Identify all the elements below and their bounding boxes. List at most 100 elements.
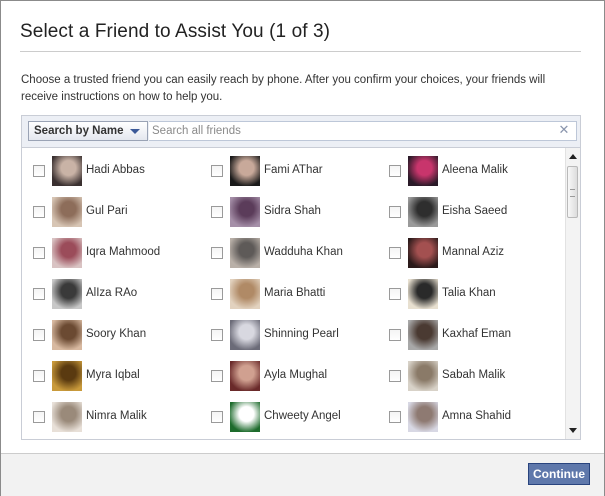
friend-avatar (52, 156, 82, 186)
friend-item[interactable]: Chweety Angel (211, 402, 386, 434)
friend-avatar (230, 197, 260, 227)
friend-checkbox[interactable] (211, 329, 223, 341)
friend-checkbox[interactable] (33, 329, 45, 341)
friend-checkbox[interactable] (211, 206, 223, 218)
friend-item[interactable]: Aleena Malik (389, 156, 564, 188)
friend-name: Sabah Malik (442, 369, 506, 381)
friend-name: Fami AThar (264, 164, 323, 176)
chevron-down-icon (130, 129, 140, 134)
friend-avatar (230, 238, 260, 268)
friend-name: Kaxhaf Eman (442, 328, 512, 340)
friend-avatar (408, 402, 438, 432)
friend-item[interactable]: Maria Bhatti (211, 279, 386, 311)
continue-button[interactable]: Continue (528, 463, 590, 485)
friend-name: Myra Iqbal (86, 369, 140, 381)
search-friends-input[interactable] (149, 121, 577, 141)
friend-item[interactable]: Nimra Malik (33, 402, 208, 434)
friend-name: Chweety Angel (264, 410, 341, 422)
friend-checkbox[interactable] (211, 165, 223, 177)
friend-search-bar: Search by Name ✕ (21, 115, 581, 147)
friend-avatar (230, 320, 260, 350)
search-mode-dropdown[interactable]: Search by Name (28, 121, 148, 141)
scroll-thumb[interactable] (567, 166, 578, 218)
friend-item[interactable]: Fami AThar (211, 156, 386, 188)
dialog-footer: Continue (1, 453, 604, 496)
dialog-title: Select a Friend to Assist You (1 of 3) (20, 21, 331, 42)
friend-avatar (408, 320, 438, 350)
friend-avatar (52, 197, 82, 227)
friend-checkbox[interactable] (211, 247, 223, 259)
friend-checkbox[interactable] (389, 206, 401, 218)
friend-checkbox[interactable] (389, 370, 401, 382)
friend-item[interactable]: Hadi Abbas (33, 156, 208, 188)
friend-name: Hadi Abbas (86, 164, 145, 176)
friend-item[interactable]: Soory Khan (33, 320, 208, 352)
friend-name: Gul Pari (86, 205, 128, 217)
friend-avatar (52, 361, 82, 391)
search-mode-label: Search by Name (34, 125, 124, 137)
title-divider (20, 51, 581, 52)
friend-avatar (408, 279, 438, 309)
friend-name: Talia Khan (442, 287, 496, 299)
friend-item[interactable]: Sidra Shah (211, 197, 386, 229)
friend-name: Shinning Pearl (264, 328, 339, 340)
friend-name: Aleena Malik (442, 164, 508, 176)
friend-item[interactable]: Sabah Malik (389, 361, 564, 393)
friend-avatar (408, 197, 438, 227)
friend-name: Mannal Aziz (442, 246, 505, 258)
friend-avatar (408, 238, 438, 268)
friend-avatar (408, 361, 438, 391)
friend-checkbox[interactable] (389, 411, 401, 423)
friend-checkbox[interactable] (33, 206, 45, 218)
friend-item[interactable]: Mannal Aziz (389, 238, 564, 270)
friend-name: Ayla Mughal (264, 369, 328, 381)
friend-item[interactable]: Ayla Mughal (211, 361, 386, 393)
friend-checkbox[interactable] (211, 370, 223, 382)
friend-checkbox[interactable] (389, 288, 401, 300)
friend-checkbox[interactable] (33, 247, 45, 259)
friend-item[interactable]: Iqra Mahmood (33, 238, 208, 270)
friend-item[interactable]: AlIza RAo (33, 279, 208, 311)
friend-avatar (52, 320, 82, 350)
friend-avatar (230, 361, 260, 391)
friend-list: Hadi Abbas Fami AThar Aleena Malik Gul Pari… (21, 147, 581, 440)
friend-checkbox[interactable] (389, 247, 401, 259)
friend-checkbox[interactable] (33, 411, 45, 423)
clear-search-icon[interactable]: ✕ (558, 123, 570, 136)
friend-item[interactable]: Amna Shahid (389, 402, 564, 434)
friend-list-scrollbar[interactable] (565, 148, 580, 439)
friend-item[interactable]: Gul Pari (33, 197, 208, 229)
friend-item[interactable]: Eisha Saeed (389, 197, 564, 229)
friend-checkbox[interactable] (389, 329, 401, 341)
friend-avatar (408, 156, 438, 186)
friend-checkbox[interactable] (33, 288, 45, 300)
select-friend-dialog: Select a Friend to Assist You (1 of 3) C… (0, 0, 605, 496)
friend-avatar (52, 402, 82, 432)
scroll-up-arrow-icon[interactable] (569, 154, 577, 159)
friend-name: Iqra Mahmood (86, 246, 161, 258)
friend-name: Nimra Malik (86, 410, 147, 422)
friend-checkbox[interactable] (211, 288, 223, 300)
friend-checkbox[interactable] (211, 411, 223, 423)
friend-name: Sidra Shah (264, 205, 321, 217)
friend-name: AlIza RAo (86, 287, 138, 299)
friend-item[interactable]: Kaxhaf Eman (389, 320, 564, 352)
friend-name: Wadduha Khan (264, 246, 343, 258)
friend-checkbox[interactable] (33, 165, 45, 177)
scroll-down-arrow-icon[interactable] (569, 428, 577, 433)
friend-avatar (52, 238, 82, 268)
friend-avatar (230, 279, 260, 309)
friend-avatar (52, 279, 82, 309)
dialog-description: Choose a trusted friend you can easily r… (21, 74, 546, 103)
friend-checkbox[interactable] (389, 165, 401, 177)
friend-item[interactable]: Shinning Pearl (211, 320, 386, 352)
friend-avatar (230, 402, 260, 432)
friend-name: Eisha Saeed (442, 205, 508, 217)
friend-name: Soory Khan (86, 328, 147, 340)
friend-item[interactable]: Talia Khan (389, 279, 564, 311)
friend-item[interactable]: Myra Iqbal (33, 361, 208, 393)
friend-avatar (230, 156, 260, 186)
friend-name: Maria Bhatti (264, 287, 326, 299)
friend-item[interactable]: Wadduha Khan (211, 238, 386, 270)
friend-checkbox[interactable] (33, 370, 45, 382)
